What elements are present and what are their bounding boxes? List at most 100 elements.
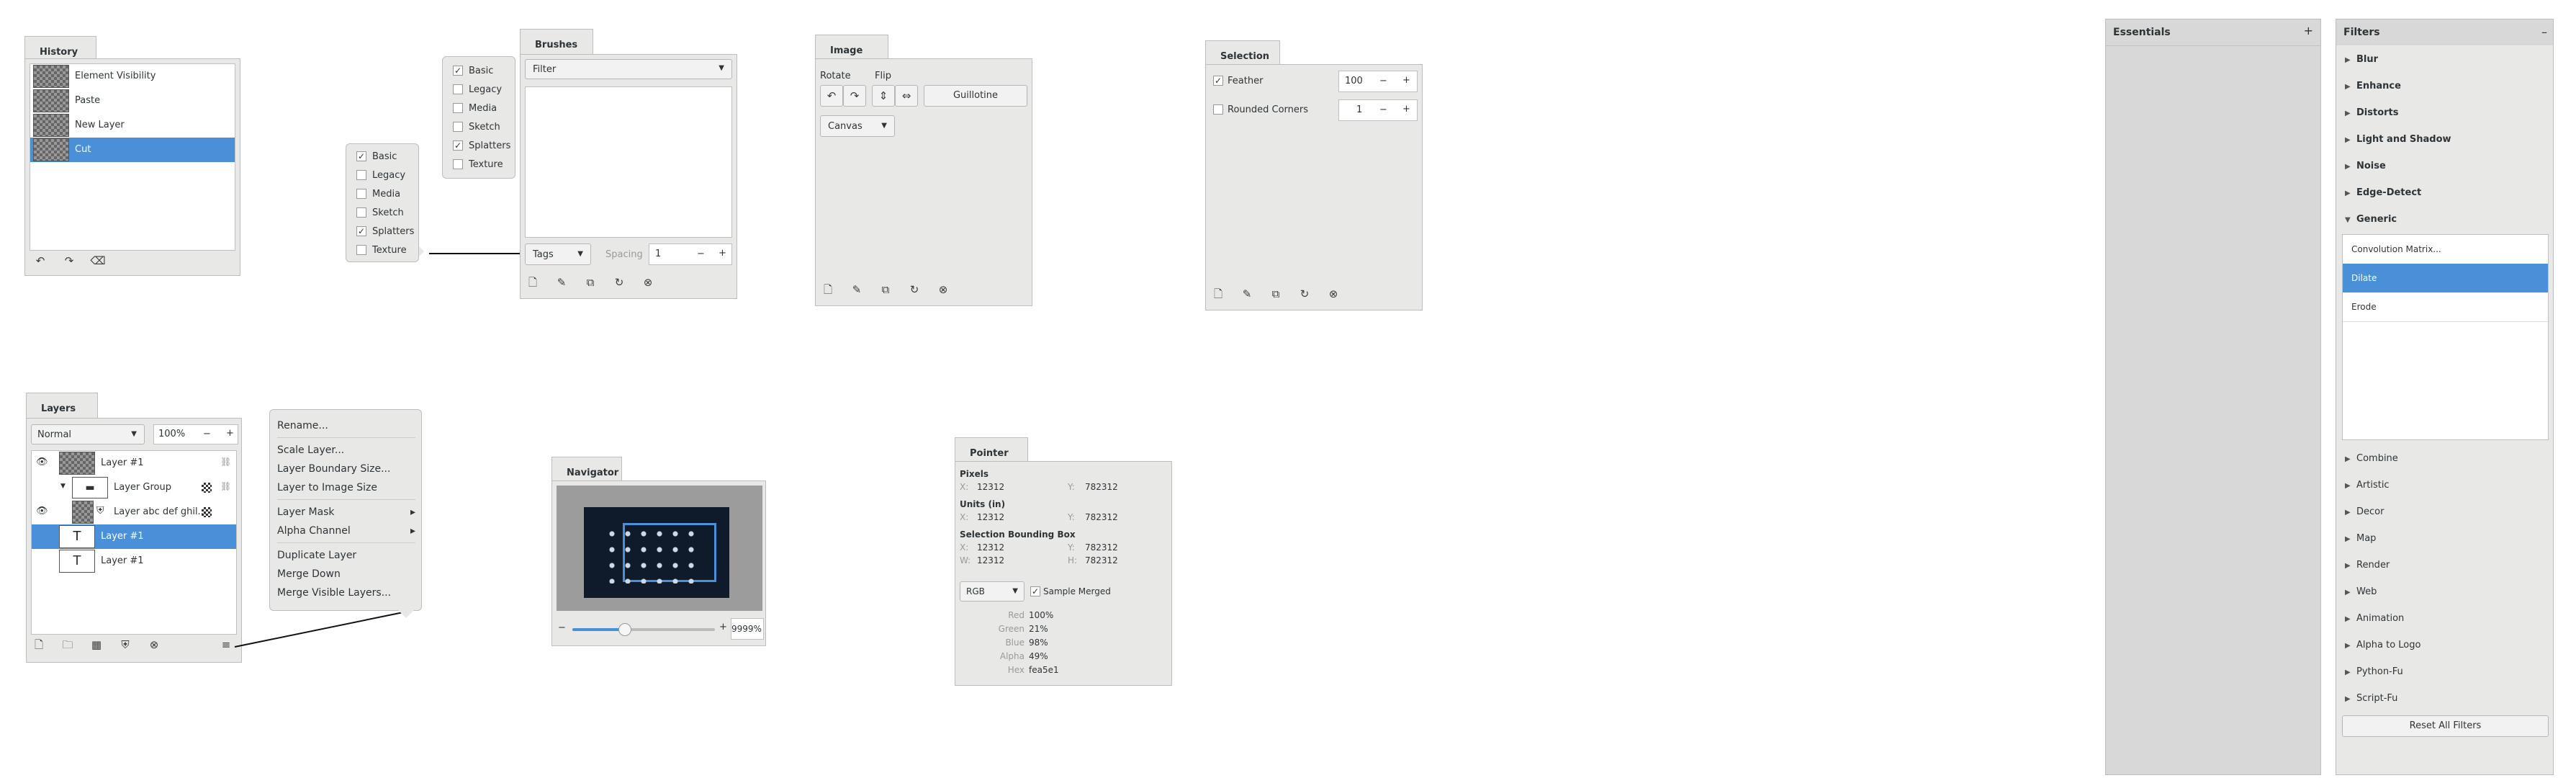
filter-group-light-shadow[interactable]: ▶ Light and Shadow bbox=[2345, 134, 2451, 145]
zoom-slider-handle[interactable] bbox=[618, 623, 631, 636]
filter-item[interactable]: Erode bbox=[2343, 292, 2548, 322]
layer-row-selected[interactable]: T Layer #1 bbox=[32, 524, 236, 549]
new-brush-icon[interactable]: 🗋 bbox=[525, 275, 541, 290]
history-item-selected[interactable]: Cut bbox=[30, 138, 235, 162]
refresh-icon[interactable]: ↻ bbox=[1297, 287, 1312, 301]
link-icon[interactable]: ⛓ bbox=[220, 457, 231, 467]
history-item[interactable]: Element Visibility bbox=[30, 64, 235, 89]
filter-group-python-fu[interactable]: ▶ Python-Fu bbox=[2345, 666, 2403, 677]
brush-filter-dropdown[interactable]: Filter ▼ bbox=[525, 59, 732, 79]
filter-group-decor[interactable]: ▶ Decor bbox=[2345, 506, 2384, 517]
filter-item-selected[interactable]: Dilate bbox=[2343, 264, 2548, 292]
filter-group-blur[interactable]: ▶ Blur bbox=[2345, 54, 2378, 65]
menu-item-layer-to-image-size[interactable]: Layer to Image Size bbox=[277, 482, 377, 493]
opacity-field[interactable]: 100% − + bbox=[153, 424, 238, 444]
flip-vertical-button[interactable]: ⇕ bbox=[872, 85, 895, 107]
duplicate-icon[interactable]: ⧉ bbox=[1268, 287, 1284, 301]
link-icon[interactable]: ⛓ bbox=[220, 481, 231, 491]
color-mode-dropdown[interactable]: RGB ▼ bbox=[960, 581, 1024, 602]
checkbox[interactable] bbox=[453, 122, 463, 132]
brush-tags-dropdown[interactable]: Tags ▼ bbox=[525, 243, 591, 265]
filter-group-script-fu[interactable]: ▶ Script-Fu bbox=[2345, 693, 2397, 704]
menu-item-rename[interactable]: Rename... bbox=[277, 420, 328, 432]
rotate-cw-button[interactable]: ↷ bbox=[843, 85, 866, 107]
menu-item-duplicate-layer[interactable]: Duplicate Layer bbox=[277, 550, 356, 561]
checkbox[interactable]: ✓ bbox=[356, 226, 366, 236]
new-group-icon[interactable]: 🗀 bbox=[60, 638, 76, 652]
opacity-decrement[interactable]: − bbox=[203, 429, 211, 439]
history-item[interactable]: New Layer bbox=[30, 113, 235, 138]
canvas-dropdown[interactable]: Canvas ▼ bbox=[820, 115, 895, 137]
reset-all-filters-button[interactable]: Reset All Filters bbox=[2342, 715, 2549, 737]
zoom-in-button[interactable]: + bbox=[719, 622, 727, 632]
layer-row[interactable]: 👁 ⛨ Layer abc def ghil... bbox=[32, 500, 236, 524]
feather-checkbox[interactable]: ✓ bbox=[1213, 76, 1223, 86]
spacing-increment[interactable]: + bbox=[719, 248, 726, 259]
history-tab[interactable]: History bbox=[24, 36, 96, 59]
checkbox[interactable] bbox=[453, 84, 463, 94]
filter-group-web[interactable]: ▶ Web bbox=[2345, 586, 2377, 597]
checkbox[interactable]: ✓ bbox=[356, 151, 366, 161]
checkbox[interactable] bbox=[356, 170, 366, 180]
filter-item[interactable]: Convolution Matrix... bbox=[2343, 235, 2548, 264]
edit-icon[interactable]: ✎ bbox=[849, 282, 865, 297]
layer-row[interactable]: ▼ ▬ Layer Group ⛓ bbox=[32, 475, 236, 500]
pointer-tab[interactable]: Pointer bbox=[955, 437, 1028, 462]
new-icon[interactable]: 🗋 bbox=[1210, 287, 1226, 301]
zoom-out-button[interactable]: − bbox=[558, 622, 566, 633]
menu-item-layer-boundary-size[interactable]: Layer Boundary Size... bbox=[277, 463, 390, 475]
filter-group-enhance[interactable]: ▶ Enhance bbox=[2345, 81, 2401, 91]
layer-row[interactable]: T Layer #1 bbox=[32, 549, 236, 573]
brushes-tab[interactable]: Brushes bbox=[520, 29, 593, 55]
new-icon[interactable]: 🗋 bbox=[820, 282, 836, 297]
feather-decrement[interactable]: − bbox=[1379, 76, 1387, 86]
add-mask-icon[interactable]: ▦ bbox=[89, 638, 104, 652]
checkbox[interactable] bbox=[356, 207, 366, 218]
new-layer-icon[interactable]: 🗋 bbox=[31, 638, 47, 652]
feather-increment[interactable]: + bbox=[1402, 75, 1410, 86]
undo-icon[interactable]: ↶ bbox=[32, 254, 48, 268]
edit-icon[interactable]: ✎ bbox=[1239, 287, 1255, 301]
filter-group-artistic[interactable]: ▶ Artistic bbox=[2345, 480, 2390, 491]
visibility-eye-icon[interactable]: 👁 bbox=[36, 457, 48, 468]
filter-group-generic[interactable]: ▼ Generic bbox=[2345, 214, 2397, 225]
flip-horizontal-button[interactable]: ⇔ bbox=[895, 85, 918, 107]
add-dock-button[interactable]: + bbox=[2304, 24, 2313, 37]
filter-group-noise[interactable]: ▶ Noise bbox=[2345, 161, 2386, 171]
edit-brush-icon[interactable]: ✎ bbox=[554, 275, 569, 290]
delete-brush-icon[interactable]: ⊗ bbox=[640, 275, 656, 290]
collapse-button[interactable]: – bbox=[2541, 25, 2547, 39]
clear-history-icon[interactable]: ⌫ bbox=[90, 254, 106, 268]
menu-item-merge-visible-layers[interactable]: Merge Visible Layers... bbox=[277, 587, 391, 599]
filter-group-animation[interactable]: ▶ Animation bbox=[2345, 613, 2404, 624]
rounded-corners-checkbox[interactable] bbox=[1213, 104, 1223, 115]
rounded-increment[interactable]: + bbox=[1402, 104, 1410, 115]
rounded-decrement[interactable]: − bbox=[1379, 104, 1387, 115]
menu-item-merge-down[interactable]: Merge Down bbox=[277, 568, 341, 580]
filter-group-map[interactable]: ▶ Map bbox=[2345, 533, 2376, 544]
filter-group-combine[interactable]: ▶ Combine bbox=[2345, 453, 2398, 464]
duplicate-icon[interactable]: ⧉ bbox=[878, 282, 893, 297]
checkbox[interactable] bbox=[453, 159, 463, 169]
spacing-decrement[interactable]: − bbox=[697, 249, 705, 259]
opacity-increment[interactable]: + bbox=[226, 428, 234, 439]
visibility-eye-icon[interactable]: 👁 bbox=[36, 506, 48, 517]
refresh-icon[interactable]: ↻ bbox=[611, 275, 627, 290]
filter-group-render[interactable]: ▶ Render bbox=[2345, 560, 2390, 571]
filter-group-alpha-to-logo[interactable]: ▶ Alpha to Logo bbox=[2345, 640, 2420, 650]
layer-row[interactable]: 👁 Layer #1 ⛓ bbox=[32, 451, 236, 475]
refresh-icon[interactable]: ↻ bbox=[906, 282, 922, 297]
lock-shield-icon[interactable]: ⛨ bbox=[117, 638, 133, 652]
rotate-ccw-button[interactable]: ↶ bbox=[820, 85, 843, 107]
filter-group-edge-detect[interactable]: ▶ Edge-Detect bbox=[2345, 187, 2421, 198]
spacing-field[interactable]: 1 − + bbox=[649, 243, 732, 265]
duplicate-brush-icon[interactable]: ⧉ bbox=[582, 275, 598, 290]
delete-layer-icon[interactable]: ⊗ bbox=[146, 638, 162, 652]
brush-grid[interactable] bbox=[525, 86, 732, 238]
blend-mode-dropdown[interactable]: Normal ▼ bbox=[31, 424, 145, 444]
checkbox[interactable] bbox=[356, 189, 366, 199]
sample-merged-checkbox[interactable]: ✓ bbox=[1030, 586, 1040, 596]
expander-icon[interactable]: ▼ bbox=[60, 483, 66, 490]
selection-tab[interactable]: Selection bbox=[1205, 40, 1280, 65]
menu-item-scale-layer[interactable]: Scale Layer... bbox=[277, 444, 344, 456]
